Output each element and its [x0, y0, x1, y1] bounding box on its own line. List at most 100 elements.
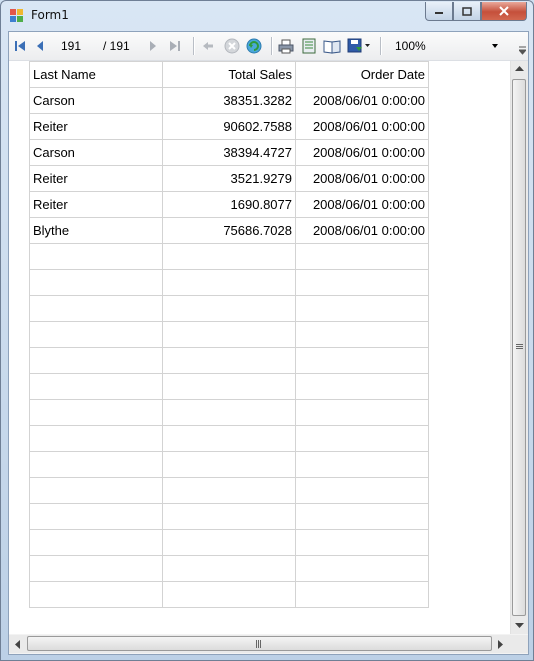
print-layout-button[interactable] [300, 37, 318, 55]
table-cell: Reiter [29, 165, 163, 192]
empty-cell [295, 347, 429, 374]
empty-table-row [29, 451, 429, 478]
horizontal-scrollbar[interactable] [9, 635, 510, 653]
column-header: Order Date [295, 61, 429, 88]
first-page-button[interactable] [12, 37, 28, 55]
empty-cell [29, 451, 163, 478]
empty-cell [29, 269, 163, 296]
table-cell: Carson [29, 87, 163, 114]
previous-page-button[interactable] [33, 37, 47, 55]
empty-cell [29, 295, 163, 322]
export-button[interactable] [346, 37, 372, 55]
previous-page-icon [37, 41, 43, 51]
page-setup-button[interactable] [322, 37, 342, 55]
last-page-button[interactable] [167, 37, 183, 55]
empty-cell [29, 399, 163, 426]
print-button[interactable] [277, 37, 295, 55]
empty-cell [29, 373, 163, 400]
vertical-scroll-thumb[interactable] [512, 79, 526, 616]
empty-cell [162, 555, 296, 582]
toolbar-overflow-icon[interactable] [519, 46, 526, 56]
zoom-value: 100% [395, 39, 426, 53]
empty-cell [295, 581, 429, 608]
refresh-button[interactable] [245, 37, 263, 55]
back-button[interactable] [200, 37, 216, 55]
table-cell: 90602.7588 [162, 113, 296, 140]
close-icon [499, 6, 509, 16]
table-cell: 75686.7028 [162, 217, 296, 244]
zoom-dropdown[interactable]: 100% [390, 36, 504, 56]
table-cell: 3521.9279 [162, 165, 296, 192]
empty-cell [29, 529, 163, 556]
window-title: Form1 [31, 8, 69, 22]
report-toolbar: 191 / 191 100% [9, 32, 528, 61]
empty-cell [162, 425, 296, 452]
first-page-icon [15, 41, 25, 51]
empty-table-row [29, 529, 429, 556]
stop-button[interactable] [223, 37, 241, 55]
vertical-scrollbar[interactable] [510, 61, 528, 634]
empty-cell [295, 321, 429, 348]
table-row: Carson 38394.4727 2008/06/01 0:00:00 [29, 139, 429, 166]
empty-cell [29, 555, 163, 582]
column-header: Last Name [29, 61, 163, 88]
last-page-icon [170, 41, 180, 51]
current-page-input[interactable]: 191 [47, 36, 91, 56]
next-page-button[interactable] [146, 37, 160, 55]
report-viewer: 191 / 191 100% Last Name Total Sales Ord… [8, 31, 529, 655]
empty-table-row [29, 399, 429, 426]
empty-cell [162, 529, 296, 556]
empty-cell [29, 477, 163, 504]
empty-table-row [29, 503, 429, 530]
table-cell: Blythe [29, 217, 163, 244]
empty-cell [162, 243, 296, 270]
table-cell: 38351.3282 [162, 87, 296, 114]
empty-table-row [29, 295, 429, 322]
grip-icon [256, 640, 261, 648]
empty-cell [162, 295, 296, 322]
column-header: Total Sales [162, 61, 296, 88]
empty-cell [295, 555, 429, 582]
maximize-icon [462, 6, 472, 16]
next-page-icon [150, 41, 156, 51]
empty-cell [295, 451, 429, 478]
table-row: Carson 38351.3282 2008/06/01 0:00:00 [29, 87, 429, 114]
empty-cell [162, 347, 296, 374]
chevron-down-icon [492, 44, 498, 48]
table-row: Blythe 75686.7028 2008/06/01 0:00:00 [29, 217, 429, 244]
empty-cell [29, 425, 163, 452]
grip-icon [516, 344, 523, 349]
print-layout-icon [302, 38, 316, 54]
scroll-left-icon [15, 640, 20, 649]
app-icon [10, 9, 23, 22]
table-row: Reiter 3521.9279 2008/06/01 0:00:00 [29, 165, 429, 192]
table-row: Reiter 1690.8077 2008/06/01 0:00:00 [29, 191, 429, 218]
table-cell: 1690.8077 [162, 191, 296, 218]
total-pages-label: / 191 [103, 39, 130, 53]
table-cell: 2008/06/01 0:00:00 [295, 87, 429, 114]
empty-cell [162, 321, 296, 348]
empty-cell [162, 477, 296, 504]
maximize-button[interactable] [453, 2, 481, 21]
empty-cell [295, 503, 429, 530]
empty-table-row [29, 581, 429, 608]
empty-table-row [29, 243, 429, 270]
empty-cell [162, 373, 296, 400]
empty-table-row [29, 347, 429, 374]
empty-cell [295, 373, 429, 400]
title-bar[interactable]: Form1 [1, 1, 533, 29]
table-row: Reiter 90602.7588 2008/06/01 0:00:00 [29, 113, 429, 140]
empty-cell [29, 503, 163, 530]
empty-cell [295, 425, 429, 452]
back-arrow-icon [203, 42, 213, 50]
table-cell: 2008/06/01 0:00:00 [295, 113, 429, 140]
empty-cell [29, 321, 163, 348]
close-button[interactable] [481, 2, 527, 21]
minimize-button[interactable] [425, 2, 453, 21]
empty-cell [162, 269, 296, 296]
scroll-up-icon [515, 66, 524, 71]
save-export-icon [347, 38, 370, 53]
minimize-icon [435, 12, 443, 14]
horizontal-scroll-thumb[interactable] [27, 636, 492, 651]
report-page: Last Name Total Sales Order Date Carson 3835… [9, 61, 510, 634]
